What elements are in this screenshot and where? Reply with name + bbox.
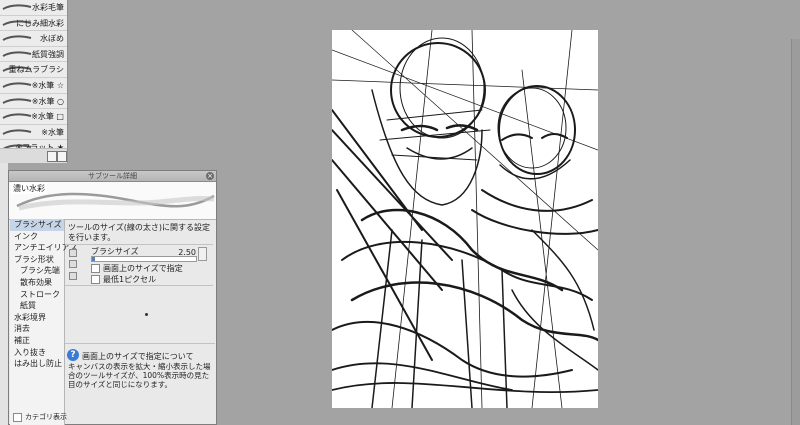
help-box: ? 画面上のサイズで指定について キャンバスの表示を拡大・縮小表示した場合のツー… (65, 343, 215, 404)
category-item[interactable]: 入り抜き (10, 347, 64, 359)
brush-label: にじみ細水彩 (16, 18, 64, 28)
size-spinner[interactable] (198, 247, 207, 261)
help-body: キャンバスの表示を拡大・縮小表示した場合のツールサイズが、100%表示時の見た目… (68, 362, 211, 389)
category-item[interactable]: 水彩境界 (10, 312, 64, 324)
brush-list-item[interactable]: ※水筆 ☆ (0, 77, 67, 94)
category-display-checkbox[interactable] (13, 412, 22, 422)
brush-stroke-icon (2, 128, 32, 136)
dialog-title: サブツール詳細 (88, 172, 137, 180)
category-display-toggle[interactable]: カテゴリ表示 (13, 412, 67, 422)
category-item[interactable]: ストローク (10, 289, 64, 301)
brush-list-item[interactable]: ※水筆 (0, 124, 67, 141)
brush-list-item[interactable]: 紙質強調 (0, 46, 67, 63)
category-item[interactable]: 紙質 (10, 300, 64, 312)
brush-list-panel: 水彩毛筆にじみ細水彩水ぼめ紙質強調重ねムラブラシ ※水筆 ☆ ※水筆 ○ ※水筆 □ ※… (0, 0, 68, 163)
brush-stroke-icon (2, 3, 32, 11)
category-list: ブラシサイズ インク アンチエイリアス ブラシ形状 ブラシ先端 散布効果 ストローク 紙質 水彩… (10, 219, 78, 425)
preview-brush-name: 濃い水彩 (11, 183, 47, 194)
size-preview-dot (145, 313, 148, 316)
brush-stroke-icon (2, 50, 32, 58)
brush-stroke-icon (2, 81, 32, 89)
brush-list-item[interactable]: ※水筆 □ (0, 109, 67, 125)
category-item[interactable]: 補正 (10, 335, 64, 347)
settings-area: ツールのサイズ(線の太さ)に関する設定を行います。 ブラシサイズ 2.50 画面… (65, 219, 215, 425)
category-item[interactable]: ブラシ形状 (10, 254, 64, 266)
screen-size-label: 画面上のサイズで指定 (103, 264, 183, 273)
lock-toggle-icon[interactable] (69, 260, 77, 268)
brush-list-item[interactable]: 水ぼめ (0, 31, 67, 47)
brush-label: 重ねムラブラシ (8, 65, 64, 75)
sketch-artwork (332, 30, 598, 408)
min-pixel-label: 最低1ピクセル (103, 275, 157, 284)
eye-toggle-icon[interactable] (69, 249, 77, 257)
brush-list-item[interactable]: ※水筆 ○ (0, 93, 67, 110)
brush-stroke-icon (2, 34, 32, 42)
brush-list-item[interactable]: 水彩毛筆 (0, 0, 67, 16)
category-item[interactable]: はみ出し防止 (10, 358, 64, 370)
brush-label: 紙質強調 (32, 49, 64, 59)
category-item[interactable]: ブラシサイズ (10, 219, 64, 231)
category-item[interactable]: 消去 (10, 323, 64, 335)
right-panel-strip (791, 39, 800, 425)
drawing-canvas[interactable] (332, 30, 598, 408)
screen-size-checkbox[interactable] (91, 264, 100, 273)
brush-panel-footer (0, 148, 67, 163)
brush-label: ※水筆 ☆ (31, 80, 64, 90)
category-item[interactable]: インク (10, 231, 64, 243)
category-display-label: カテゴリ表示 (25, 413, 67, 421)
brush-label: 水ぼめ (40, 34, 64, 44)
close-button[interactable]: × (206, 172, 214, 180)
help-title: 画面上のサイズで指定について (82, 352, 194, 361)
brush-preview: 濃い水彩 (9, 182, 216, 220)
slider-fill (92, 257, 96, 261)
brush-stroke-icon (2, 112, 32, 120)
brush-list-item[interactable]: 重ねムラブラシ (0, 62, 67, 78)
dialog-titlebar[interactable]: サブツール詳細 × (9, 171, 216, 182)
category-item[interactable]: 散布効果 (10, 277, 64, 289)
brush-stroke-icon (2, 97, 32, 105)
category-description: ツールのサイズ(線の太さ)に関する設定を行います。 (68, 223, 211, 242)
brush-size-slider[interactable] (91, 256, 197, 262)
brush-label: ※水筆 □ (31, 112, 64, 122)
brush-label: ※水筆 ○ (31, 96, 64, 106)
brush-label: ※水筆 (41, 127, 64, 137)
brush-size-param: ブラシサイズ 2.50 画面上のサイズで指定 最低1ピクセル (65, 244, 213, 286)
category-item[interactable]: ブラシ先端 (10, 265, 64, 277)
brush-list-item[interactable]: にじみ細水彩 (0, 15, 67, 32)
subtool-detail-dialog: サブツール詳細 × 濃い水彩 ブラシサイズ インク アンチエイリアス ブラシ形状 ブラシ… (8, 170, 217, 425)
category-item[interactable]: アンチエイリアス (10, 242, 78, 254)
copy-subtool-icon[interactable] (47, 151, 57, 162)
min-pixel-checkbox[interactable] (91, 275, 100, 284)
lock-toggle-icon[interactable] (69, 272, 77, 280)
brush-label: 水彩毛筆 (32, 3, 64, 12)
left-strip (0, 163, 8, 425)
help-icon: ? (67, 349, 79, 361)
trash-icon[interactable] (57, 151, 67, 162)
